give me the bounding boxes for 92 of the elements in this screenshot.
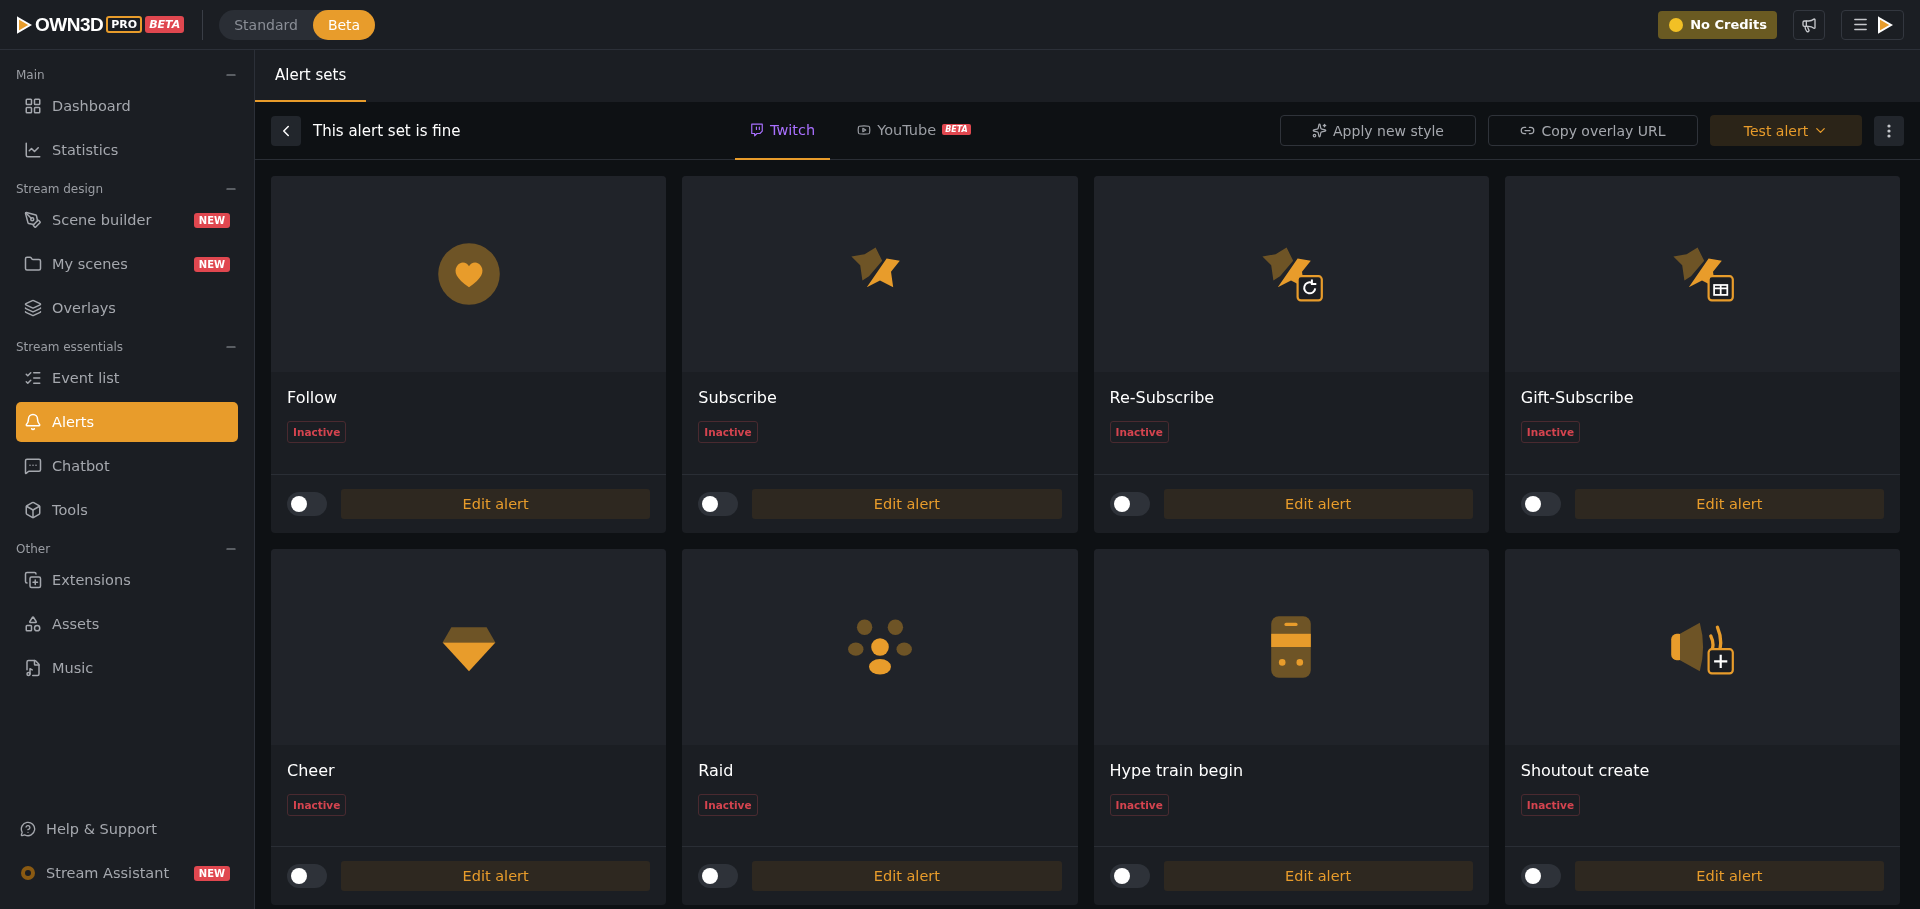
toggle-switch[interactable] — [287, 491, 327, 516]
status-badge: Inactive — [287, 421, 347, 443]
extension-icon — [24, 571, 42, 589]
alert-name: Shoutout create — [1520, 760, 1651, 780]
section-title: Main — [16, 68, 45, 82]
toggle-switch[interactable] — [698, 491, 739, 516]
toggle-switch[interactable] — [1520, 491, 1561, 516]
beta-badge: BETA — [942, 124, 971, 135]
coin-icon — [1668, 16, 1685, 33]
section-title: Other — [16, 542, 51, 556]
chart-icon — [24, 141, 42, 159]
tab[interactable]: Alert sets — [255, 50, 367, 102]
apply-style-button[interactable]: Apply new style — [1280, 115, 1476, 146]
orb-icon — [20, 865, 36, 881]
toggle-switch[interactable] — [698, 864, 739, 888]
sidebar-item[interactable]: Chatbot — [16, 446, 238, 486]
alert-name: Follow — [287, 388, 339, 407]
sidebar-item[interactable]: Help & Support — [16, 809, 238, 849]
platform-tab[interactable]: YouTube BETA — [842, 101, 986, 160]
status-badge: Inactive — [287, 793, 347, 816]
sidebar-item[interactable]: Music — [16, 648, 238, 688]
cube-icon — [24, 501, 42, 519]
help-icon — [20, 821, 36, 837]
play-logo-icon — [16, 15, 32, 34]
new-badge: NEW — [193, 212, 230, 228]
logo-tier: PRO — [106, 16, 143, 33]
edit-alert-button[interactable]: Edit alert — [752, 861, 1062, 891]
edit-alert-button[interactable]: Edit alert — [1163, 488, 1473, 519]
sidebar-item[interactable]: Assets — [16, 604, 238, 644]
grid-icon — [24, 97, 42, 115]
sparkle-icon — [1312, 123, 1328, 138]
edit-alert-button[interactable]: Edit alert — [752, 488, 1062, 519]
alert-name: Cheer — [287, 760, 336, 780]
sidebar-item[interactable]: Statistics — [16, 130, 238, 170]
chat-icon — [24, 457, 42, 475]
edit-alert-button[interactable]: Edit alert — [1574, 488, 1884, 519]
status-badge: Inactive — [698, 421, 758, 443]
sidebar-item[interactable]: Scene builder NEW — [16, 200, 238, 240]
twitch-icon — [750, 122, 764, 137]
status-badge: Inactive — [1109, 421, 1169, 443]
sidebar-item[interactable]: Dashboard — [16, 86, 238, 126]
sidebar-item[interactable]: Extensions — [16, 560, 238, 600]
toggle-switch[interactable] — [1109, 864, 1150, 888]
shapes-icon — [24, 615, 42, 633]
section-title: Stream design — [16, 182, 104, 196]
alert-set-title: This alert set is fine — [313, 121, 462, 140]
music-icon — [24, 659, 42, 677]
alert-name: Raid — [698, 760, 735, 780]
toggle-switch[interactable] — [1109, 491, 1150, 516]
alert-name: Hype train begin — [1109, 760, 1245, 780]
more-button[interactable] — [1874, 115, 1904, 146]
mode-option[interactable]: Standard — [219, 9, 313, 40]
sidebar-item[interactable]: Event list — [16, 358, 238, 398]
platform-tab[interactable]: Twitch — [735, 101, 831, 160]
sidebar-item[interactable]: My scenes NEW — [16, 244, 238, 284]
alert-name: Subscribe — [698, 388, 778, 407]
edit-alert-button[interactable]: Edit alert — [341, 488, 651, 519]
edit-alert-button[interactable]: Edit alert — [1574, 861, 1884, 891]
folder-icon — [24, 255, 42, 273]
announcements-button[interactable] — [1793, 9, 1825, 40]
pen-icon — [24, 211, 42, 229]
alert-name: Re-Subscribe — [1109, 388, 1216, 407]
sidebar-item[interactable]: Overlays — [16, 288, 238, 328]
play-logo-icon — [1877, 15, 1893, 34]
edit-alert-button[interactable]: Edit alert — [341, 861, 651, 891]
edit-alert-button[interactable]: Edit alert — [1163, 861, 1473, 891]
status-badge: Inactive — [1520, 793, 1581, 816]
status-badge: Inactive — [1109, 793, 1169, 816]
megaphone-icon — [1801, 16, 1817, 33]
layers-icon — [24, 299, 42, 317]
new-badge: NEW — [193, 865, 230, 881]
toggle-switch[interactable] — [1520, 864, 1561, 888]
back-button[interactable] — [271, 115, 301, 146]
youtube-icon — [857, 122, 872, 137]
beta-badge: BETA — [145, 16, 185, 33]
sidebar-item[interactable]: Tools — [16, 490, 238, 530]
copy-url-button[interactable]: Copy overlay URL — [1488, 115, 1698, 146]
credits-button[interactable]: No Credits — [1658, 10, 1777, 39]
toggle-switch[interactable] — [287, 864, 327, 888]
bell-icon — [24, 413, 42, 431]
logo-text: OWN3D — [35, 13, 104, 36]
more-icon — [1887, 123, 1891, 138]
status-badge: Inactive — [698, 793, 758, 816]
menu-icon — [1852, 16, 1869, 33]
checklist-icon — [24, 369, 42, 387]
menu-button[interactable] — [1841, 9, 1904, 40]
status-badge: Inactive — [1520, 421, 1581, 443]
test-alert-button[interactable]: Test alert — [1710, 115, 1862, 146]
section-title: Stream essentials — [16, 340, 124, 354]
new-badge: NEW — [193, 256, 230, 272]
sidebar-item[interactable]: Stream Assistant NEW — [16, 853, 238, 893]
alert-name: Gift-Subscribe — [1520, 388, 1635, 407]
